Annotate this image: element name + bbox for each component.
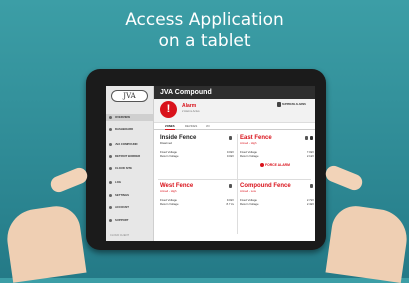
row-value: 0.0kV [226, 154, 234, 158]
log-icon [109, 181, 112, 184]
row-value: 2.4kV [306, 202, 314, 206]
sidebar-item-label: SETTINGS [115, 193, 129, 197]
zone-status: Armed - High [160, 189, 177, 193]
sidebar-item-support[interactable]: SUPPORT [106, 217, 154, 224]
tab-bar: ZONES DEVICES I/O [154, 123, 315, 130]
force-alarm-label: FORCE ALARM [265, 163, 290, 167]
tablet-screen: JVA OVERVIEW DASHBOARD JVA COMPOUND DETR… [106, 86, 315, 241]
sidebar-item-overview[interactable]: OVERVIEW [106, 114, 154, 121]
panel-divider-vertical [237, 134, 238, 234]
sidebar-item-log[interactable]: LOG [106, 179, 154, 186]
app-logo[interactable]: JVA [111, 90, 148, 102]
zone-status: Disarmed [160, 141, 172, 145]
left-thumb [48, 165, 90, 195]
row-label: Return Voltage [240, 154, 259, 158]
right-hand [325, 203, 409, 283]
close-icon[interactable] [310, 136, 313, 140]
suppress-alarms-button[interactable]: SUPPRESS ALARMS [282, 103, 306, 106]
zone-card-compound-fence[interactable]: Compound Fence Armed - Low Fixed Voltage… [240, 183, 314, 233]
headline-line-2: on a tablet [158, 31, 251, 51]
sidebar-item-settings[interactable]: SETTINGS [106, 192, 154, 199]
location-pin-icon [109, 143, 112, 146]
left-hand [3, 203, 87, 283]
sidebar-item-label: LOG [115, 180, 122, 184]
tab-io[interactable]: I/O [206, 124, 210, 129]
headline: Access Application on a tablet [0, 10, 409, 52]
sidebar-footer: CLOUD CLIENT [110, 234, 130, 237]
lock-icon[interactable] [229, 184, 232, 188]
sidebar-item-jva-compound[interactable]: JVA COMPOUND [106, 141, 154, 148]
row-label: Return Voltage [160, 202, 179, 206]
right-thumb [323, 163, 365, 193]
user-icon [109, 206, 112, 209]
row-value: 8.7 kv [226, 202, 234, 206]
bell-icon[interactable] [277, 102, 281, 107]
zone-status: Armed - High [240, 141, 257, 145]
row-label: Return Voltage [160, 154, 179, 158]
sidebar-item-cloud-site[interactable]: CLOUD SITE [106, 165, 154, 172]
sidebar-item-label: SUPPORT [115, 218, 129, 222]
location-pin-icon [109, 167, 112, 170]
lock-icon[interactable] [229, 136, 232, 140]
sidebar-item-label: DETROIT BORDER [115, 154, 141, 158]
sidebar-item-label: ACCOUNT [115, 205, 129, 209]
dashboard-icon [109, 128, 112, 131]
location-pin-icon [109, 155, 112, 158]
sidebar-item-label: OVERVIEW [115, 115, 131, 119]
sidebar-item-dashboard[interactable]: DASHBOARD [106, 126, 154, 133]
overview-icon [109, 116, 112, 119]
zone-card-inside-fence[interactable]: Inside Fence Disarmed Fixed Voltage 0.0k… [160, 135, 234, 185]
alarm-banner: ! Alarm 2 Alarms Active SUPPRESS ALARMS [154, 99, 315, 123]
sidebar: JVA OVERVIEW DASHBOARD JVA COMPOUND DETR… [106, 86, 154, 241]
sidebar-item-label: JVA COMPOUND [115, 142, 138, 146]
help-icon [109, 219, 112, 222]
headline-line-1: Access Application [125, 10, 284, 30]
row-value: 2.1kV [306, 154, 314, 158]
alarm-dot-icon [260, 163, 264, 168]
tab-zones[interactable]: ZONES [165, 124, 175, 130]
zone-status: Armed - Low [240, 189, 256, 193]
force-alarm-button[interactable]: FORCE ALARM [260, 163, 290, 168]
sidebar-item-account[interactable]: ACCOUNT [106, 204, 154, 211]
row-label: Return Voltage [240, 202, 259, 206]
lock-icon[interactable] [305, 136, 308, 140]
alarm-title: Alarm [182, 103, 197, 109]
title-bar: JVA Compound [154, 86, 315, 99]
page-title: JVA Compound [160, 89, 212, 96]
zone-card-west-fence[interactable]: West Fence Armed - High Fixed Voltage 9.… [160, 183, 234, 233]
gear-icon [109, 194, 112, 197]
alarm-subtitle: 2 Alarms Active [182, 110, 200, 113]
sidebar-item-label: CLOUD SITE [115, 166, 132, 170]
tab-devices[interactable]: DEVICES [185, 124, 197, 129]
alarm-icon: ! [160, 101, 177, 118]
lock-icon[interactable] [310, 184, 313, 188]
sidebar-item-detroit-border[interactable]: DETROIT BORDER [106, 153, 154, 160]
sidebar-item-label: DASHBOARD [115, 127, 134, 131]
zone-card-east-fence[interactable]: East Fence Armed - High Fixed Voltage 7.… [240, 135, 314, 185]
